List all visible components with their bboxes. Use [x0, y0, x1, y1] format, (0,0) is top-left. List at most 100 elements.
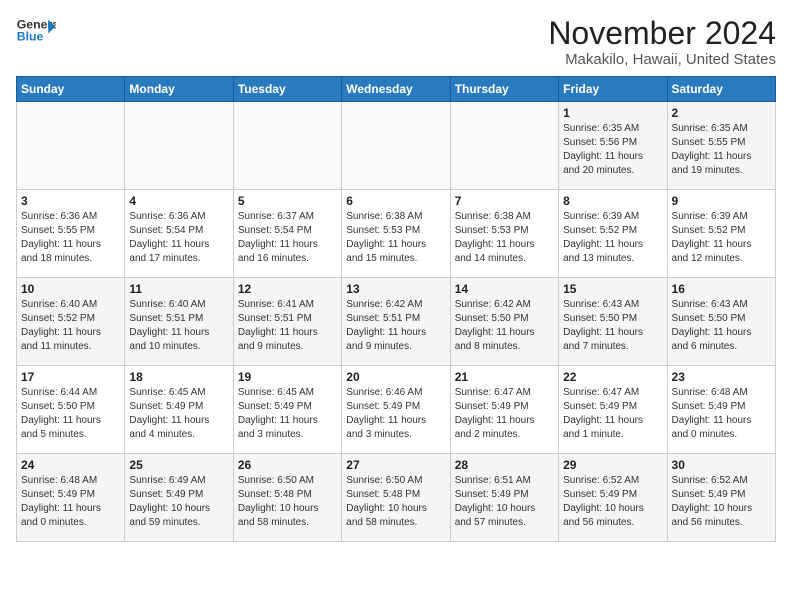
calendar-cell: 9Sunrise: 6:39 AM Sunset: 5:52 PM Daylig… [667, 190, 775, 278]
calendar-cell: 21 Sunrise: 6:47 AM Sunset: 5:49 PM Dayli… [450, 366, 558, 454]
day-detail: Sunrise: 6:45 AM Sunset: 5:49 PM Dayligh… [129, 386, 228, 442]
calendar-cell: 1 Sunrise: 6:35 AM Sunset: 5:56 PM Daylig… [559, 102, 667, 190]
calendar-week-row: 1 Sunrise: 6:35 AM Sunset: 5:56 PM Daylig… [17, 102, 776, 190]
day-number: 19 [238, 370, 337, 384]
day-number: 4 [129, 194, 228, 208]
day-number: 23 [672, 370, 771, 384]
day-number: 16 [672, 282, 771, 296]
calendar-cell: 16 Sunrise: 6:43 AM Sunset: 5:50 PM Dayli… [667, 278, 775, 366]
day-number: 14 [455, 282, 554, 296]
day-detail: Sunrise: 6:47 AM Sunset: 5:49 PM Dayligh… [563, 386, 662, 442]
calendar-cell: 18 Sunrise: 6:45 AM Sunset: 5:49 PM Dayli… [125, 366, 233, 454]
calendar-cell: 13 Sunrise: 6:42 AM Sunset: 5:51 PM Dayli… [342, 278, 450, 366]
day-detail: Sunrise: 6:45 AM Sunset: 5:49 PM Dayligh… [238, 386, 337, 442]
weekday-header: Monday [125, 77, 233, 102]
day-detail: Sunrise: 6:42 AM Sunset: 5:51 PM Dayligh… [346, 298, 445, 354]
calendar-cell: 22 Sunrise: 6:47 AM Sunset: 5:49 PM Dayli… [559, 366, 667, 454]
day-number: 3 [21, 194, 120, 208]
calendar-cell [233, 102, 341, 190]
day-detail: Sunrise: 6:41 AM Sunset: 5:51 PM Dayligh… [238, 298, 337, 354]
calendar-cell: 5Sunrise: 6:37 AM Sunset: 5:54 PM Daylig… [233, 190, 341, 278]
weekday-header: Friday [559, 77, 667, 102]
weekday-header: Tuesday [233, 77, 341, 102]
day-number: 18 [129, 370, 228, 384]
day-number: 8 [563, 194, 662, 208]
day-number: 28 [455, 458, 554, 472]
day-number: 17 [21, 370, 120, 384]
weekday-header: Thursday [450, 77, 558, 102]
day-detail: Sunrise: 6:52 AM Sunset: 5:49 PM Dayligh… [672, 474, 771, 530]
calendar-cell: 26 Sunrise: 6:50 AM Sunset: 5:48 PM Dayli… [233, 454, 341, 542]
calendar-cell: 8 Sunrise: 6:39 AM Sunset: 5:52 PM Daylig… [559, 190, 667, 278]
calendar-cell: 12 Sunrise: 6:41 AM Sunset: 5:51 PM Dayli… [233, 278, 341, 366]
day-number: 27 [346, 458, 445, 472]
day-detail: Sunrise: 6:38 AM Sunset: 5:53 PM Dayligh… [346, 210, 445, 266]
day-number: 20 [346, 370, 445, 384]
calendar-week-row: 3 Sunrise: 6:36 AM Sunset: 5:55 PM Daylig… [17, 190, 776, 278]
calendar-cell: 10 Sunrise: 6:40 AM Sunset: 5:52 PM Dayli… [17, 278, 125, 366]
day-detail: Sunrise: 6:47 AM Sunset: 5:49 PM Dayligh… [455, 386, 554, 442]
day-number: 10 [21, 282, 120, 296]
calendar-cell: 15Sunrise: 6:43 AM Sunset: 5:50 PM Dayli… [559, 278, 667, 366]
calendar-cell: 30 Sunrise: 6:52 AM Sunset: 5:49 PM Dayli… [667, 454, 775, 542]
page-header: General Blue November 2024 Makakilo, Haw… [16, 16, 776, 68]
calendar-table: SundayMondayTuesdayWednesdayThursdayFrid… [16, 76, 776, 542]
day-detail: Sunrise: 6:51 AM Sunset: 5:49 PM Dayligh… [455, 474, 554, 530]
day-number: 26 [238, 458, 337, 472]
calendar-header-row: SundayMondayTuesdayWednesdayThursdayFrid… [17, 77, 776, 102]
day-detail: Sunrise: 6:37 AM Sunset: 5:54 PM Dayligh… [238, 210, 337, 266]
day-number: 30 [672, 458, 771, 472]
day-number: 21 [455, 370, 554, 384]
calendar-cell: 6 Sunrise: 6:38 AM Sunset: 5:53 PM Daylig… [342, 190, 450, 278]
calendar-cell [450, 102, 558, 190]
calendar-week-row: 24 Sunrise: 6:48 AM Sunset: 5:49 PM Dayli… [17, 454, 776, 542]
day-number: 25 [129, 458, 228, 472]
calendar-cell: 17 Sunrise: 6:44 AM Sunset: 5:50 PM Dayli… [17, 366, 125, 454]
day-number: 22 [563, 370, 662, 384]
calendar-cell [342, 102, 450, 190]
weekday-header: Wednesday [342, 77, 450, 102]
day-number: 1 [563, 106, 662, 120]
calendar-cell: 25Sunrise: 6:49 AM Sunset: 5:49 PM Dayli… [125, 454, 233, 542]
calendar-cell: 4Sunrise: 6:36 AM Sunset: 5:54 PM Daylig… [125, 190, 233, 278]
calendar-week-row: 17 Sunrise: 6:44 AM Sunset: 5:50 PM Dayli… [17, 366, 776, 454]
day-detail: Sunrise: 6:35 AM Sunset: 5:56 PM Dayligh… [563, 122, 662, 178]
day-detail: Sunrise: 6:39 AM Sunset: 5:52 PM Dayligh… [672, 210, 771, 266]
weekday-header: Saturday [667, 77, 775, 102]
title-block: November 2024 Makakilo, Hawaii, United S… [548, 16, 776, 68]
day-number: 7 [455, 194, 554, 208]
calendar-cell: 14 Sunrise: 6:42 AM Sunset: 5:50 PM Dayli… [450, 278, 558, 366]
day-detail: Sunrise: 6:39 AM Sunset: 5:52 PM Dayligh… [563, 210, 662, 266]
calendar-cell: 2 Sunrise: 6:35 AM Sunset: 5:55 PM Daylig… [667, 102, 775, 190]
day-detail: Sunrise: 6:46 AM Sunset: 5:49 PM Dayligh… [346, 386, 445, 442]
day-number: 2 [672, 106, 771, 120]
day-number: 29 [563, 458, 662, 472]
weekday-header: Sunday [17, 77, 125, 102]
day-detail: Sunrise: 6:40 AM Sunset: 5:52 PM Dayligh… [21, 298, 120, 354]
svg-text:Blue: Blue [17, 30, 44, 44]
day-number: 11 [129, 282, 228, 296]
calendar-cell [17, 102, 125, 190]
day-number: 6 [346, 194, 445, 208]
calendar-cell [125, 102, 233, 190]
day-detail: Sunrise: 6:48 AM Sunset: 5:49 PM Dayligh… [672, 386, 771, 442]
day-detail: Sunrise: 6:43 AM Sunset: 5:50 PM Dayligh… [672, 298, 771, 354]
day-number: 13 [346, 282, 445, 296]
calendar-cell: 3 Sunrise: 6:36 AM Sunset: 5:55 PM Daylig… [17, 190, 125, 278]
logo: General Blue [16, 16, 56, 44]
day-detail: Sunrise: 6:36 AM Sunset: 5:55 PM Dayligh… [21, 210, 120, 266]
calendar-cell: 24 Sunrise: 6:48 AM Sunset: 5:49 PM Dayli… [17, 454, 125, 542]
month-title: November 2024 [548, 16, 776, 51]
day-detail: Sunrise: 6:44 AM Sunset: 5:50 PM Dayligh… [21, 386, 120, 442]
day-detail: Sunrise: 6:50 AM Sunset: 5:48 PM Dayligh… [238, 474, 337, 530]
day-number: 24 [21, 458, 120, 472]
calendar-cell: 29Sunrise: 6:52 AM Sunset: 5:49 PM Dayli… [559, 454, 667, 542]
calendar-week-row: 10 Sunrise: 6:40 AM Sunset: 5:52 PM Dayli… [17, 278, 776, 366]
day-detail: Sunrise: 6:42 AM Sunset: 5:50 PM Dayligh… [455, 298, 554, 354]
day-detail: Sunrise: 6:48 AM Sunset: 5:49 PM Dayligh… [21, 474, 120, 530]
day-number: 12 [238, 282, 337, 296]
calendar-cell: 23 Sunrise: 6:48 AM Sunset: 5:49 PM Dayli… [667, 366, 775, 454]
location-title: Makakilo, Hawaii, United States [548, 51, 776, 68]
day-detail: Sunrise: 6:35 AM Sunset: 5:55 PM Dayligh… [672, 122, 771, 178]
calendar-cell: 20 Sunrise: 6:46 AM Sunset: 5:49 PM Dayli… [342, 366, 450, 454]
